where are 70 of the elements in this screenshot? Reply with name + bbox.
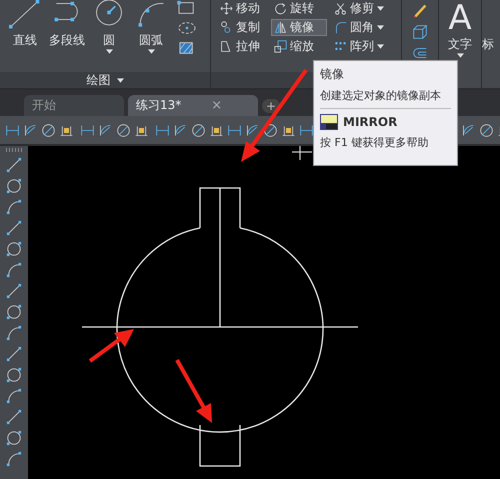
- fillet-icon: [334, 21, 347, 34]
- panel-title[interactable]: 绘图: [0, 72, 210, 88]
- dimension-icon[interactable]: [155, 122, 170, 138]
- help-hint: 按 F1 键获得更多帮助: [320, 135, 430, 150]
- draw-tool-icon[interactable]: [6, 388, 22, 404]
- draw-tool-icon[interactable]: [6, 451, 22, 467]
- dimension-icon[interactable]: [299, 122, 314, 138]
- draw-tool-icon[interactable]: [6, 283, 22, 299]
- dimension-icon[interactable]: [41, 122, 56, 138]
- draw-tool-icon[interactable]: [6, 178, 22, 194]
- dimension-icon[interactable]: [173, 122, 188, 138]
- file-tab[interactable]: 练习13* ×: [128, 95, 258, 116]
- ellipse-icon[interactable]: [176, 20, 198, 36]
- move-icon: [220, 2, 233, 15]
- dimension-icon[interactable]: [116, 122, 131, 138]
- ribbon-tool[interactable]: 镜像: [271, 19, 327, 36]
- draw-tool-icon[interactable]: [6, 262, 22, 278]
- ribbon-tool[interactable]: A 文字: [448, 0, 472, 58]
- dimension-icon[interactable]: [80, 122, 95, 138]
- draw-tool-icon[interactable]: [6, 304, 22, 320]
- draw-tool-icon[interactable]: [6, 430, 22, 446]
- command-window-icon: [320, 114, 338, 130]
- draw-tool-icon[interactable]: [6, 220, 22, 236]
- dimension-icon[interactable]: [479, 122, 494, 138]
- drawing-canvas[interactable]: [28, 146, 500, 479]
- ribbon-tool[interactable]: 圆弧: [130, 0, 172, 72]
- dimension-icon[interactable]: [461, 122, 476, 138]
- dimension-icon[interactable]: [5, 122, 20, 138]
- annotation-arrow: [174, 358, 214, 424]
- draw-tool-icon[interactable]: [6, 325, 22, 341]
- ribbon-tool[interactable]: 移动: [217, 0, 267, 17]
- mirror-icon: [274, 21, 287, 34]
- dimension-icon[interactable]: [263, 122, 278, 138]
- command-name: MIRROR: [343, 115, 398, 129]
- stretch-icon: [220, 40, 233, 53]
- ribbon-tool[interactable]: 多段线: [46, 0, 88, 72]
- dimension-icon[interactable]: [245, 122, 260, 138]
- annotation-arrow: [88, 328, 136, 364]
- tooltip-title: 镜像: [320, 66, 345, 83]
- draw-tool-icon[interactable]: [6, 157, 22, 173]
- caret-icon: [116, 78, 124, 82]
- tooltip-description: 创建选定对象的镜像副本: [320, 88, 442, 103]
- ribbon-tool[interactable]: 复制: [217, 19, 267, 36]
- draw-tool-icon[interactable]: [6, 346, 22, 362]
- dimension-icon[interactable]: [98, 122, 113, 138]
- ribbon-tool[interactable]: 圆角: [331, 19, 389, 36]
- dimension-icon[interactable]: [23, 122, 38, 138]
- toolbar-grip[interactable]: [6, 148, 22, 152]
- trim-icon: [334, 2, 347, 15]
- ribbon-tool[interactable]: 拉伸: [217, 38, 267, 55]
- scale-icon: [274, 40, 287, 53]
- draw-tool-icon[interactable]: [6, 367, 22, 383]
- ribbon-tool[interactable]: 标: [482, 36, 500, 53]
- rotate-icon: [274, 2, 287, 15]
- draw-tool-icon[interactable]: [6, 199, 22, 215]
- ribbon-tool[interactable]: 修剪: [331, 0, 389, 17]
- file-tab[interactable]: 开始: [24, 95, 124, 116]
- box-icon[interactable]: [411, 23, 429, 41]
- ribbon-tool[interactable]: 直线: [4, 0, 46, 72]
- ribbon-tool[interactable]: 旋转: [271, 0, 327, 17]
- ribbon-tool[interactable]: 缩放: [271, 38, 327, 55]
- ribbon-tool[interactable]: 阵列: [331, 38, 389, 55]
- copy-icon: [220, 21, 233, 34]
- array-icon: [334, 40, 347, 53]
- ribbon-tool[interactable]: 圆: [88, 0, 130, 72]
- draw-tool-icon[interactable]: [6, 241, 22, 257]
- caret-icon: [456, 53, 464, 58]
- dimension-icon[interactable]: [227, 122, 242, 138]
- draw-tool-icon[interactable]: [6, 409, 22, 425]
- dimension-icon[interactable]: [191, 122, 206, 138]
